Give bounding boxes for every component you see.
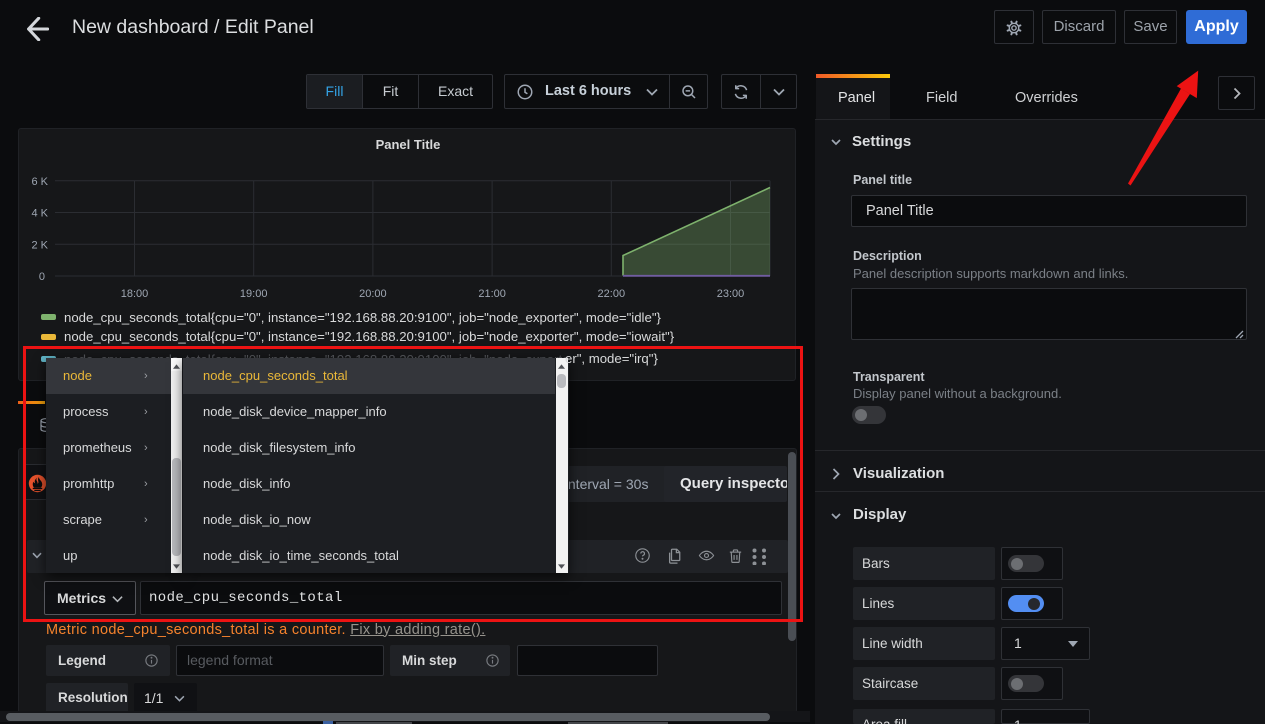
svg-text:6 K: 6 K: [31, 176, 48, 188]
svg-text:21:00: 21:00: [478, 288, 506, 300]
svg-text:4 K: 4 K: [31, 208, 48, 220]
svg-text:0: 0: [39, 271, 45, 283]
svg-text:20:00: 20:00: [359, 288, 387, 300]
svg-text:19:00: 19:00: [240, 288, 268, 300]
svg-text:22:00: 22:00: [598, 288, 626, 300]
svg-text:23:00: 23:00: [717, 288, 745, 300]
svg-text:2 K: 2 K: [31, 239, 48, 251]
svg-text:18:00: 18:00: [121, 288, 149, 300]
